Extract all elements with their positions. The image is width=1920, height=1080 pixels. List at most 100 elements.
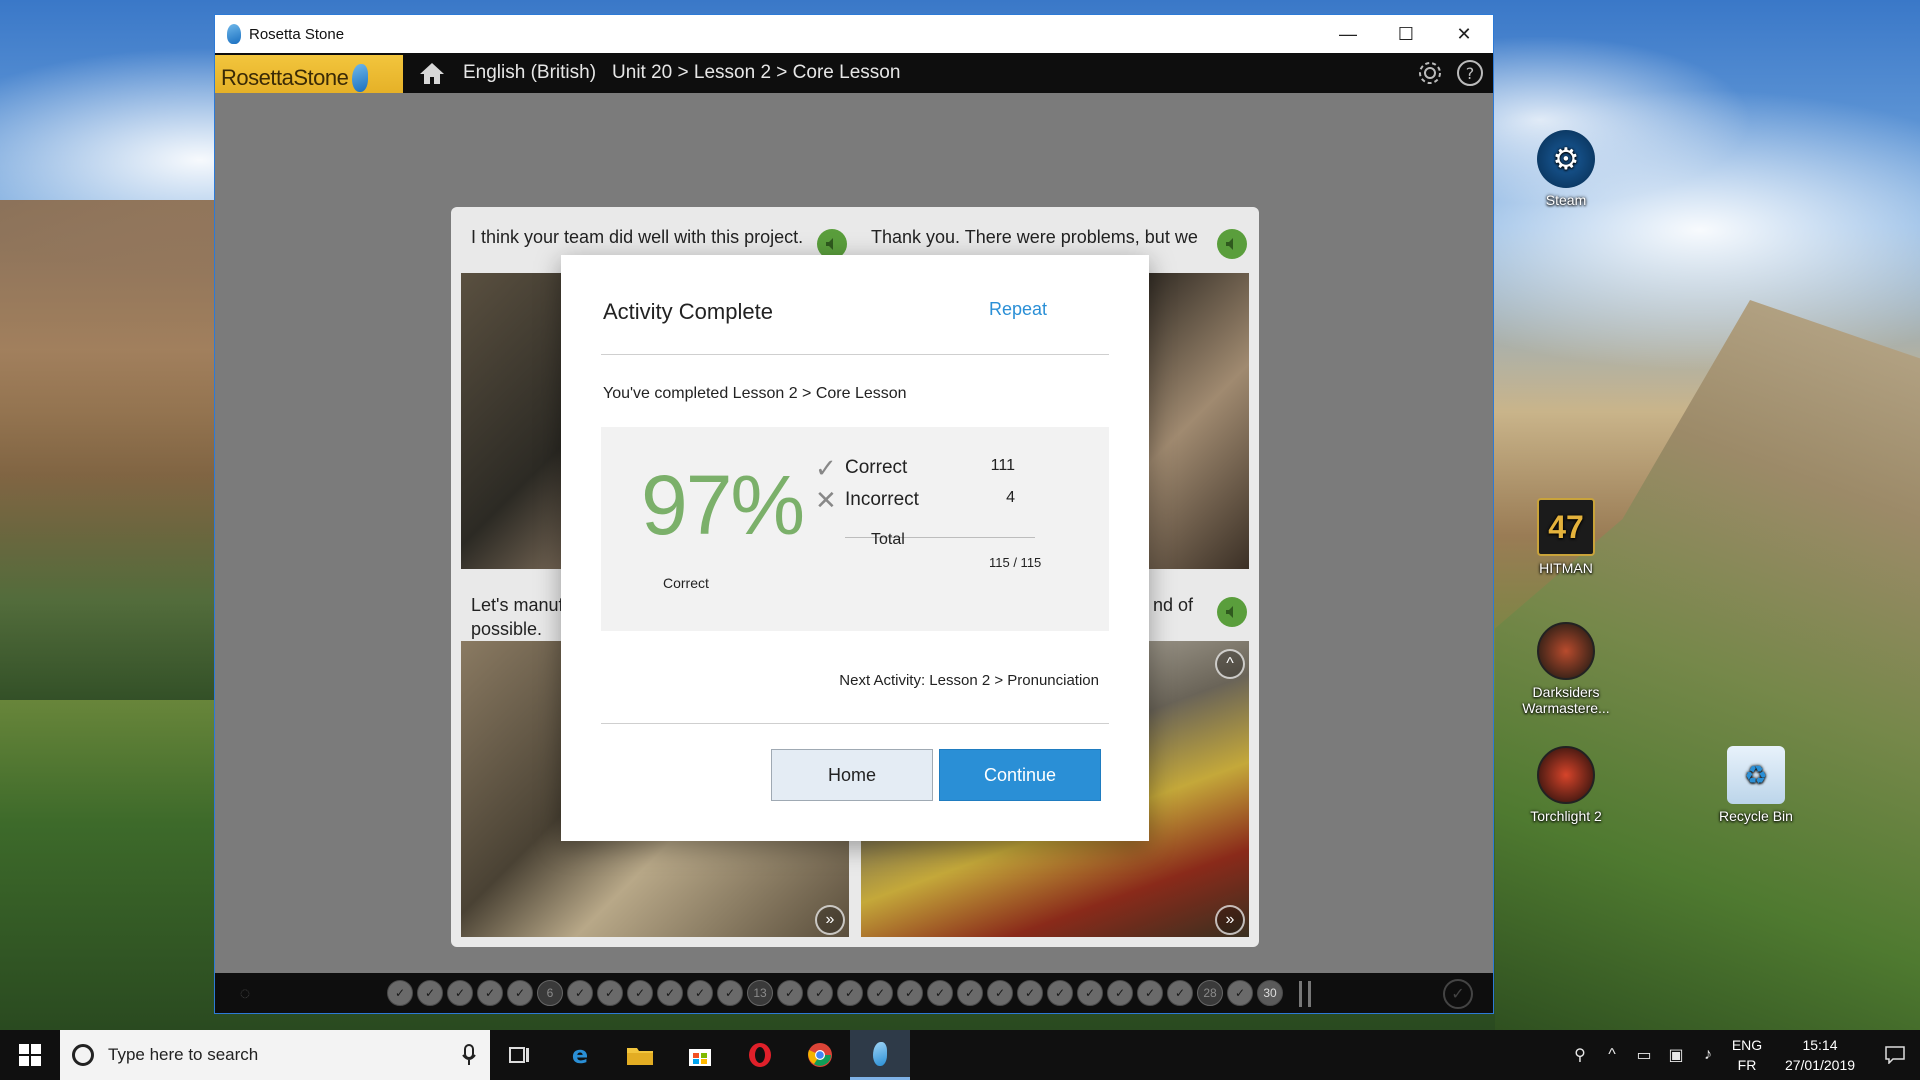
desktop-icon-torchlight[interactable]: Torchlight 2	[1518, 746, 1614, 824]
microphone-icon[interactable]	[462, 1044, 476, 1066]
progress-dot[interactable]: ✓	[1167, 980, 1193, 1006]
total-value: 115 / 115	[989, 555, 1042, 570]
next-activity-label: Next Activity: Lesson 2 > Pronunciation	[839, 672, 1099, 689]
incorrect-label: Incorrect	[845, 489, 919, 510]
progress-dot[interactable]: 28	[1197, 980, 1223, 1006]
microsoft-store-icon[interactable]	[670, 1030, 730, 1080]
progress-dot[interactable]: ✓	[387, 980, 413, 1006]
activity-complete-dialog: Activity Complete Repeat You've complete…	[561, 255, 1149, 841]
progress-dot[interactable]: ✓	[777, 980, 803, 1006]
brand-mark-icon	[352, 64, 369, 92]
progress-dot[interactable]: ✓	[957, 980, 983, 1006]
score-panel: 97% Correct ✓ Correct 111 ✕ Incorrect 4 …	[601, 427, 1109, 631]
steam-icon: ⚙	[1537, 130, 1595, 188]
clock[interactable]: 15:14 27/01/2019	[1770, 1035, 1870, 1075]
desktop-icon-label: HITMAN	[1539, 560, 1593, 576]
progress-dot[interactable]: ✓	[447, 980, 473, 1006]
progress-dot[interactable]: ✓	[657, 980, 683, 1006]
battery-icon[interactable]: ▭	[1628, 1045, 1660, 1065]
input-language[interactable]: ENG FR	[1724, 1035, 1770, 1075]
progress-dot[interactable]: ✓	[567, 980, 593, 1006]
speaker-icon[interactable]	[1217, 597, 1247, 627]
language-label[interactable]: English (British)	[463, 62, 596, 84]
finish-check-icon[interactable]: ✓	[1443, 979, 1473, 1009]
progress-dot[interactable]: ✓	[1047, 980, 1073, 1006]
progress-dot[interactable]: ✓	[687, 980, 713, 1006]
help-icon[interactable]: ?	[1455, 58, 1485, 88]
desktop-icon-hitman[interactable]: 47 HITMAN	[1518, 498, 1614, 576]
progress-dot[interactable]: ✓	[1077, 980, 1103, 1006]
wallpaper-mountain-left	[0, 200, 215, 700]
repeat-link[interactable]: Repeat	[989, 299, 1047, 320]
home-button[interactable]: Home	[771, 749, 933, 801]
app-header: RosettaStone English (British) Unit 20 >…	[215, 53, 1493, 101]
next-arrow-icon[interactable]: »	[815, 905, 845, 935]
total-label: Total	[871, 531, 905, 548]
progress-dot[interactable]: ✓	[897, 980, 923, 1006]
breadcrumb[interactable]: Unit 20 > Lesson 2 > Core Lesson	[612, 62, 900, 84]
taskbar-search[interactable]: Type here to search	[60, 1030, 490, 1080]
people-icon[interactable]: ⚲	[1564, 1045, 1596, 1065]
progress-dot[interactable]: ✓	[837, 980, 863, 1006]
edge-browser-icon[interactable]: e	[550, 1030, 610, 1080]
home-icon[interactable]	[417, 58, 447, 88]
divider	[601, 723, 1109, 724]
rosetta-stone-taskbar-icon[interactable]	[850, 1030, 910, 1080]
progress-dot[interactable]: ✓	[807, 980, 833, 1006]
desktop-icon-label: Torchlight 2	[1530, 808, 1602, 824]
network-icon[interactable]: ▣	[1660, 1045, 1692, 1065]
rosetta-stone-window: Rosetta Stone — ☐ ✕ RosettaStone English…	[214, 14, 1494, 1014]
progress-dot[interactable]: ✓	[417, 980, 443, 1006]
progress-dot[interactable]: 6	[537, 980, 563, 1006]
progress-dot[interactable]: ✓	[987, 980, 1013, 1006]
progress-dot[interactable]: ✓	[927, 980, 953, 1006]
darksiders-icon	[1537, 622, 1595, 680]
show-hidden-icons-chevron-icon[interactable]: ^	[1596, 1046, 1628, 1064]
speaker-icon[interactable]	[1217, 229, 1247, 259]
correct-label: Correct	[845, 457, 908, 478]
hint-bulb-icon[interactable]: ◌	[233, 981, 257, 1005]
svg-text:e: e	[572, 1042, 588, 1068]
progress-dot[interactable]: 30	[1257, 980, 1283, 1006]
desktop-icon-steam[interactable]: ⚙ Steam	[1518, 130, 1614, 208]
card-caption-line-1: Let's manuf	[471, 595, 564, 615]
action-center-icon[interactable]	[1870, 1046, 1920, 1064]
opera-browser-icon[interactable]	[730, 1030, 790, 1080]
close-button[interactable]: ✕	[1435, 15, 1493, 53]
progress-dot[interactable]: ✓	[717, 980, 743, 1006]
desktop-icon-label: Recycle Bin	[1719, 808, 1793, 824]
progress-dots: ✓ ✓ ✓ ✓ ✓ 6 ✓ ✓ ✓ ✓ ✓ ✓ 13 ✓ ✓ ✓ ✓ ✓ ✓ ✓ ✓ ✓ ✓ ✓ ✓ ✓ ✓ 28 ✓ 30	[387, 980, 1283, 1006]
minimize-button[interactable]: —	[1319, 15, 1377, 53]
progress-dot[interactable]: ✓	[627, 980, 653, 1006]
maximize-button[interactable]: ☐	[1377, 15, 1435, 53]
chrome-browser-icon[interactable]	[790, 1030, 850, 1080]
progress-dot[interactable]: ✓	[867, 980, 893, 1006]
incorrect-value: 4	[1006, 489, 1015, 506]
desktop-icon-darksiders[interactable]: Darksiders Warmastere...	[1518, 622, 1614, 716]
progress-dot[interactable]: 13	[747, 980, 773, 1006]
expand-up-icon[interactable]: ^	[1215, 649, 1245, 679]
progress-dot[interactable]: ✓	[1227, 980, 1253, 1006]
progress-dot[interactable]: ✓	[1107, 980, 1133, 1006]
language-code: ENG	[1731, 1037, 1763, 1053]
completed-message: You've completed Lesson 2 > Core Lesson	[603, 385, 907, 402]
settings-gear-icon[interactable]	[1415, 58, 1445, 88]
task-view-icon[interactable]	[490, 1030, 550, 1080]
pause-icon[interactable]	[1299, 981, 1311, 1007]
desktop-icon-label: Darksiders Warmastere...	[1522, 684, 1610, 716]
start-button[interactable]	[0, 1030, 60, 1080]
desktop-icon-recycle-bin[interactable]: ♻ Recycle Bin	[1708, 746, 1804, 824]
progress-dot[interactable]: ✓	[597, 980, 623, 1006]
window-titlebar[interactable]: Rosetta Stone — ☐ ✕	[215, 15, 1493, 53]
progress-dot[interactable]: ✓	[507, 980, 533, 1006]
clock-time: 15:14	[1802, 1037, 1838, 1053]
continue-button[interactable]: Continue	[939, 749, 1101, 801]
score-percent-label: Correct	[663, 575, 709, 591]
progress-dot[interactable]: ✓	[1137, 980, 1163, 1006]
progress-dot[interactable]: ✓	[477, 980, 503, 1006]
file-explorer-icon[interactable]	[610, 1030, 670, 1080]
keyboard-layout: FR	[1737, 1057, 1757, 1073]
progress-dot[interactable]: ✓	[1017, 980, 1043, 1006]
volume-icon[interactable]: ♪	[1692, 1046, 1724, 1064]
next-arrow-icon[interactable]: »	[1215, 905, 1245, 935]
